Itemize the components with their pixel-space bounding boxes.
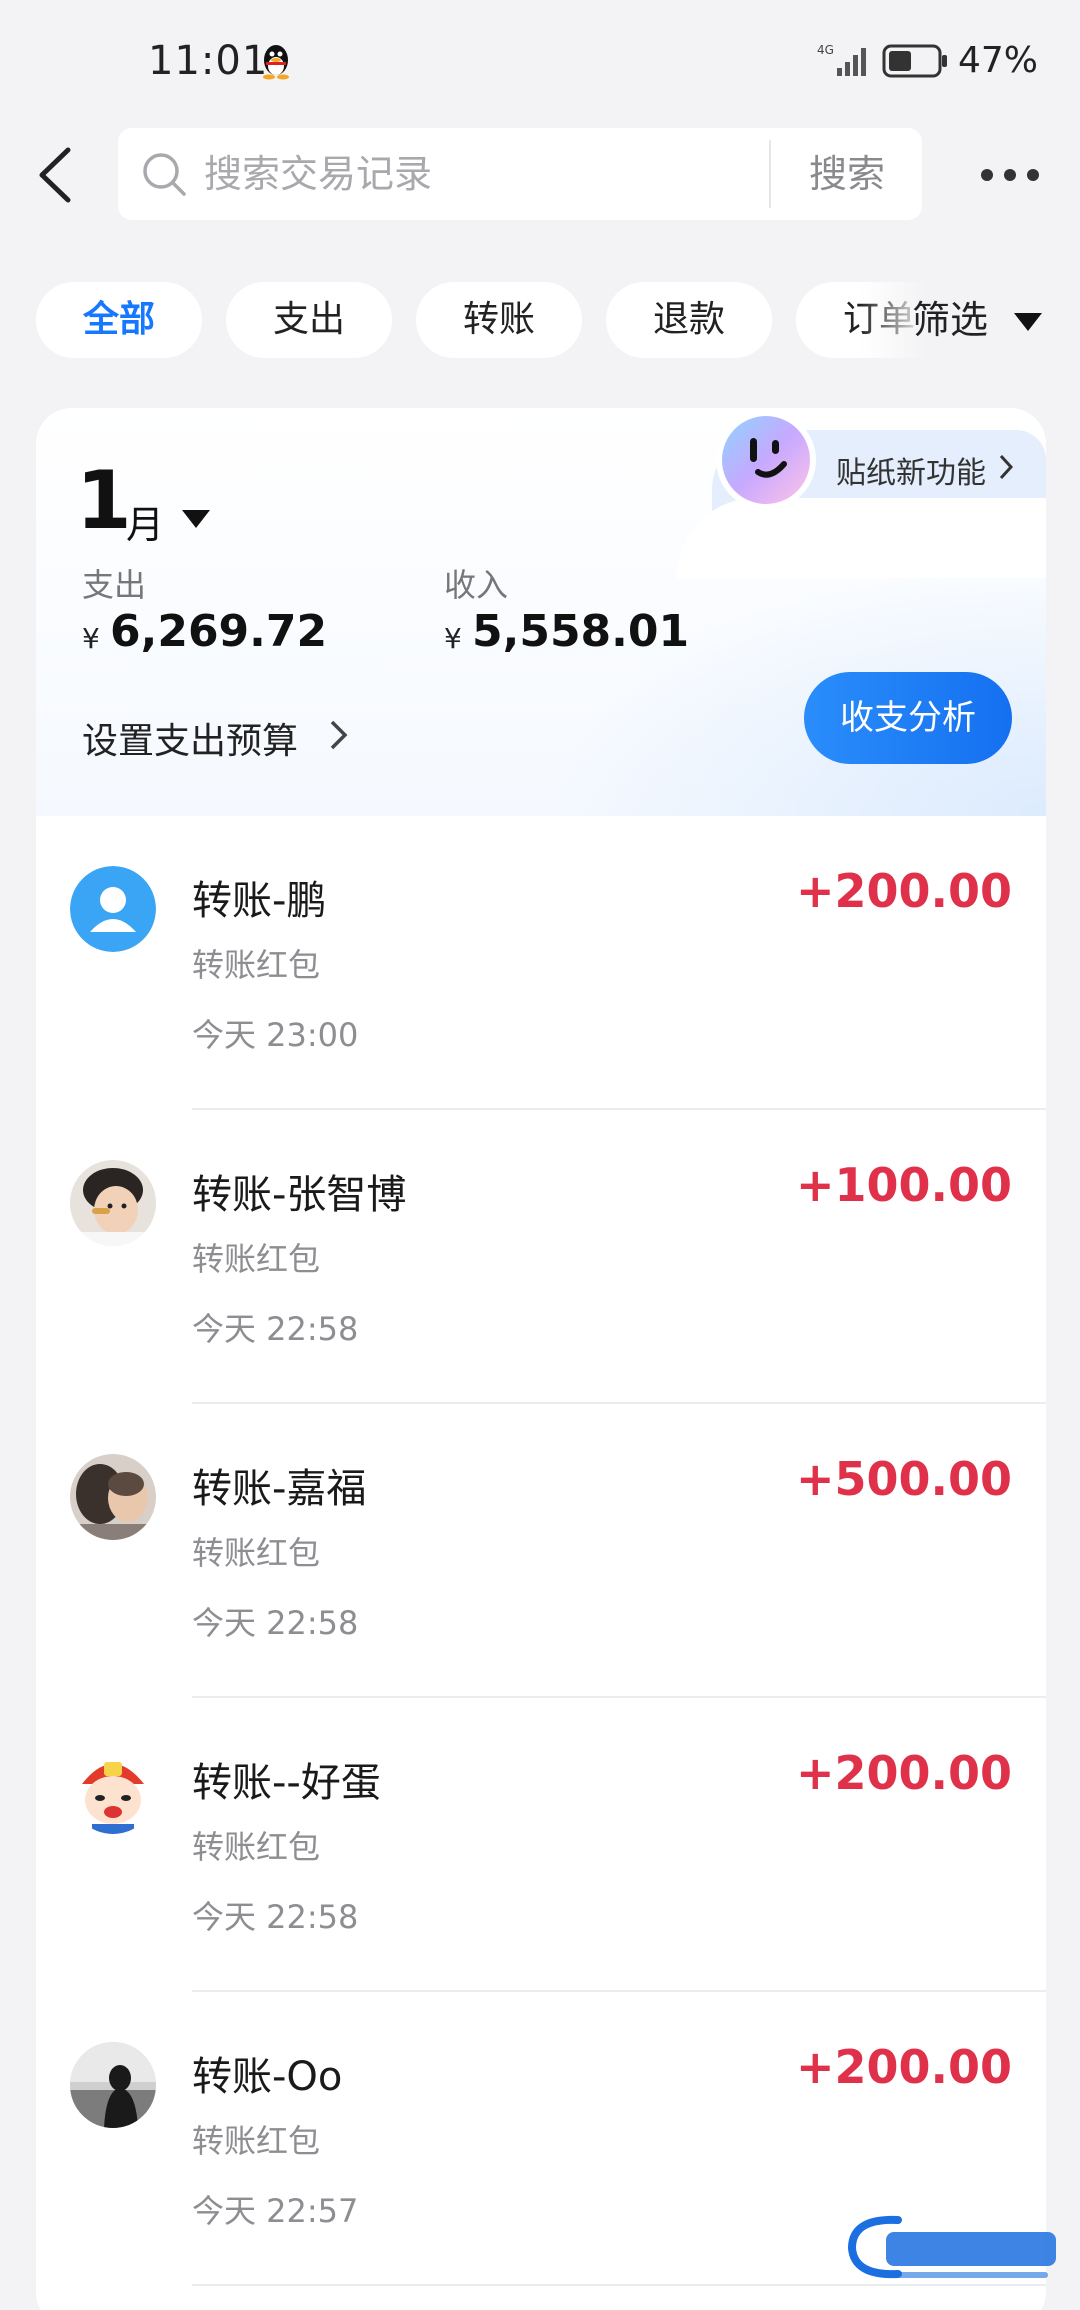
transaction-time: 今天 22:57: [192, 2192, 359, 2230]
transaction-history-page: 11:01 4G 47% 搜索交易记录 搜索 全部 支出 转账 退款 筛选 贴纸…: [0, 0, 1080, 2310]
transaction-amount: +100.00: [795, 1158, 1012, 1212]
transaction-amount: +500.00: [795, 1452, 1012, 1506]
transaction-subtitle: 转账红包: [192, 2122, 321, 2160]
transaction-subtitle: 转账红包: [192, 946, 321, 984]
income-currency: ¥: [444, 622, 462, 655]
back-arrow-icon[interactable]: [30, 140, 90, 210]
filter-button[interactable]: 筛选: [912, 282, 988, 358]
transaction-time: 今天 22:58: [192, 1898, 359, 1936]
transaction-time: 今天 23:00: [192, 1016, 359, 1054]
network-type-label: 4G: [817, 43, 834, 57]
month-number[interactable]: 1: [76, 454, 132, 547]
transactions-card: 贴纸新功能 1 月 支出 ¥ 6,269.72 收入 ¥ 5,558.01 设置…: [36, 408, 1046, 2310]
transaction-subtitle: 转账红包: [192, 1240, 321, 1278]
smiley-sticker-icon[interactable]: [714, 408, 818, 512]
search-bar: 搜索: [118, 128, 922, 220]
expense-value: 6,269.72: [110, 606, 328, 657]
transaction-amount: +200.00: [795, 1746, 1012, 1800]
transaction-title: 转账--好蛋: [192, 1760, 381, 1806]
income-expense-analysis-button[interactable]: 收支分析: [804, 672, 1012, 764]
battery-icon: [882, 44, 947, 78]
search-divider: [769, 140, 771, 208]
sticker-feature-label[interactable]: 贴纸新功能: [836, 448, 986, 492]
avatar: [70, 1454, 156, 1540]
avatar: [70, 1160, 156, 1246]
more-options-icon[interactable]: [975, 150, 1045, 200]
filter-chip-all[interactable]: 全部: [36, 282, 202, 358]
transaction-amount: +200.00: [795, 864, 1012, 918]
search-input[interactable]: [204, 128, 764, 220]
avatar: [70, 2042, 156, 2128]
income-label: 收入: [444, 566, 509, 604]
month-picker-caret-icon[interactable]: [180, 508, 212, 530]
transaction-row[interactable]: 转账--好蛋 转账红包 今天 22:58 +200.00: [36, 1698, 1046, 1992]
transaction-amount: +200.00: [795, 2040, 1012, 2094]
transaction-row[interactable]: 转账-嘉福 转账红包 今天 22:58 +500.00: [36, 1404, 1046, 1698]
transaction-title: 转账-嘉福: [192, 1466, 367, 1512]
filter-chip-expense[interactable]: 支出: [226, 282, 392, 358]
transaction-subtitle: 转账红包: [192, 1534, 321, 1572]
chevron-right-icon[interactable]: [328, 718, 350, 752]
signal-4g-icon: 4G: [817, 43, 866, 76]
transaction-time: 今天 22:58: [192, 1310, 359, 1348]
transaction-title: 转账-Oo: [192, 2054, 343, 2100]
chevron-right-icon: [999, 454, 1014, 480]
income-value: 5,558.01: [472, 606, 690, 657]
silhouette-photo-avatar: [70, 2042, 156, 2128]
couple-photo-avatar: [70, 1454, 156, 1540]
month-unit[interactable]: 月: [126, 494, 164, 549]
set-budget-link[interactable]: 设置支出预算: [82, 712, 298, 764]
filter-chip-refund[interactable]: 退款: [606, 282, 772, 358]
battery-percent: 47%: [958, 40, 1039, 81]
filter-chip-transfer[interactable]: 转账: [416, 282, 582, 358]
transaction-row[interactable]: 转账-鹏 转账红包 今天 23:00 +200.00: [36, 816, 1046, 1110]
transaction-title: 转账-鹏: [192, 878, 327, 924]
transaction-title: 转账-张智博: [192, 1172, 407, 1218]
status-time: 11:01: [148, 38, 269, 84]
expense-label: 支出: [82, 566, 147, 604]
child-photo-avatar: [70, 1160, 156, 1246]
status-bar: 11:01 4G 47%: [0, 0, 1080, 120]
cartoon-red-hat-avatar: [70, 1748, 156, 1834]
watermark-logo: [848, 2215, 1056, 2279]
search-icon: [143, 153, 186, 196]
expense-currency: ¥: [82, 622, 100, 655]
transaction-time: 今天 22:58: [192, 1604, 359, 1642]
transaction-row[interactable]: 转账-张智博 转账红包 今天 22:58 +100.00: [36, 1110, 1046, 1404]
avatar: [70, 1748, 156, 1834]
transaction-subtitle: 转账红包: [192, 1828, 321, 1866]
qq-penguin-icon: [263, 45, 289, 80]
filter-caret-icon[interactable]: [1012, 311, 1044, 333]
search-button[interactable]: 搜索: [772, 128, 922, 220]
avatar: [70, 866, 156, 952]
default-user-icon: [70, 866, 156, 952]
